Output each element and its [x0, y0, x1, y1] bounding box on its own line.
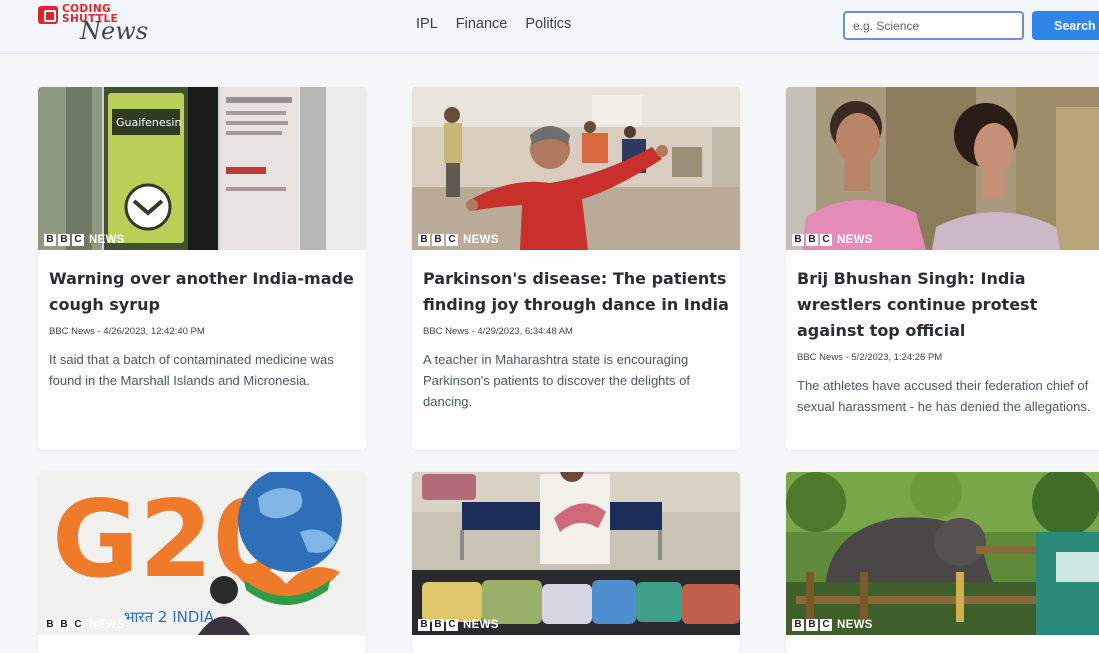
hospital-ward-photo	[412, 472, 740, 635]
article-card[interactable]: B B C NEWS	[786, 472, 1099, 653]
article-description: A teacher in Maharashtra state is encour…	[423, 352, 690, 409]
g20-logo-photo: G20 भारत 2 INDIA	[38, 472, 366, 635]
navbar: CODING SHUTTLE News IPL Finance Politics…	[0, 0, 1099, 54]
wrestlers-protest-photo	[786, 87, 1099, 250]
article-card[interactable]: G20 भारत 2 INDIA B B C NEWS	[38, 472, 366, 653]
article-body: Parkinson's disease: The patients findin…	[412, 250, 740, 428]
article-body: Brij Bhushan Singh: India wrestlers cont…	[786, 250, 1099, 433]
article-card[interactable]: B B C NEWS Brij Bhushan Singh: India wre…	[786, 87, 1099, 450]
bbc-news-badge: B B C NEWS	[44, 234, 125, 246]
logo-script-text: News	[80, 17, 149, 45]
bottle-label: Guaifenesin	[116, 116, 181, 129]
article-title[interactable]: Warning over another India-made cough sy…	[49, 266, 355, 318]
bbc-news-badge: B B C NEWS	[792, 619, 873, 631]
article-image[interactable]: B B C NEWS	[412, 87, 740, 250]
logo-mark-icon	[38, 6, 58, 24]
article-description: It said that a batch of contaminated med…	[49, 352, 334, 388]
search-button[interactable]: Search	[1032, 11, 1099, 40]
article-image[interactable]: B B C NEWS	[412, 472, 740, 635]
search-input[interactable]	[843, 11, 1024, 40]
article-title[interactable]: Brij Bhushan Singh: India wrestlers cont…	[797, 266, 1099, 344]
site-logo[interactable]: CODING SHUTTLE News	[36, 2, 156, 46]
article-meta: BBC News - 5/2/2023, 1:24:26 PM	[797, 352, 943, 363]
nav-link-finance[interactable]: Finance	[456, 16, 508, 32]
article-image[interactable]: B B C NEWS	[786, 87, 1099, 250]
article-image[interactable]: Guaifenesin B B C NEWS	[38, 87, 366, 250]
article-card[interactable]: Guaifenesin B B C NEWS Warning over anot…	[38, 87, 366, 450]
article-title[interactable]: Parkinson's disease: The patients findin…	[423, 266, 729, 318]
article-card[interactable]: B B C NEWS Parkinson's disease: The pati…	[412, 87, 740, 450]
nav-link-politics[interactable]: Politics	[525, 16, 571, 32]
nav-link-ipl[interactable]: IPL	[416, 16, 438, 32]
elephant-photo	[786, 472, 1099, 635]
bbc-news-badge: B B C NEWS	[792, 234, 873, 246]
bbc-news-badge: B B C NEWS	[418, 234, 499, 246]
article-card[interactable]: B B C NEWS	[412, 472, 740, 653]
article-image[interactable]: G20 भारत 2 INDIA B B C NEWS	[38, 472, 366, 635]
nav-links: IPL Finance Politics	[416, 16, 571, 32]
bbc-news-badge: B B C NEWS	[44, 619, 125, 631]
article-description: The athletes have accused their federati…	[797, 378, 1091, 414]
article-image[interactable]: B B C NEWS	[786, 472, 1099, 635]
g20-bharat-india-text: भारत 2 INDIA	[124, 608, 215, 626]
bbc-news-badge: B B C NEWS	[418, 619, 499, 631]
article-meta: BBC News - 4/29/2023, 6:34:48 AM	[423, 326, 573, 337]
article-body: Warning over another India-made cough sy…	[38, 250, 366, 407]
article-meta: BBC News - 4/26/2023, 12:42:40 PM	[49, 326, 205, 337]
dance-class-photo	[412, 87, 740, 250]
cough-syrup-photo: Guaifenesin	[38, 87, 366, 250]
